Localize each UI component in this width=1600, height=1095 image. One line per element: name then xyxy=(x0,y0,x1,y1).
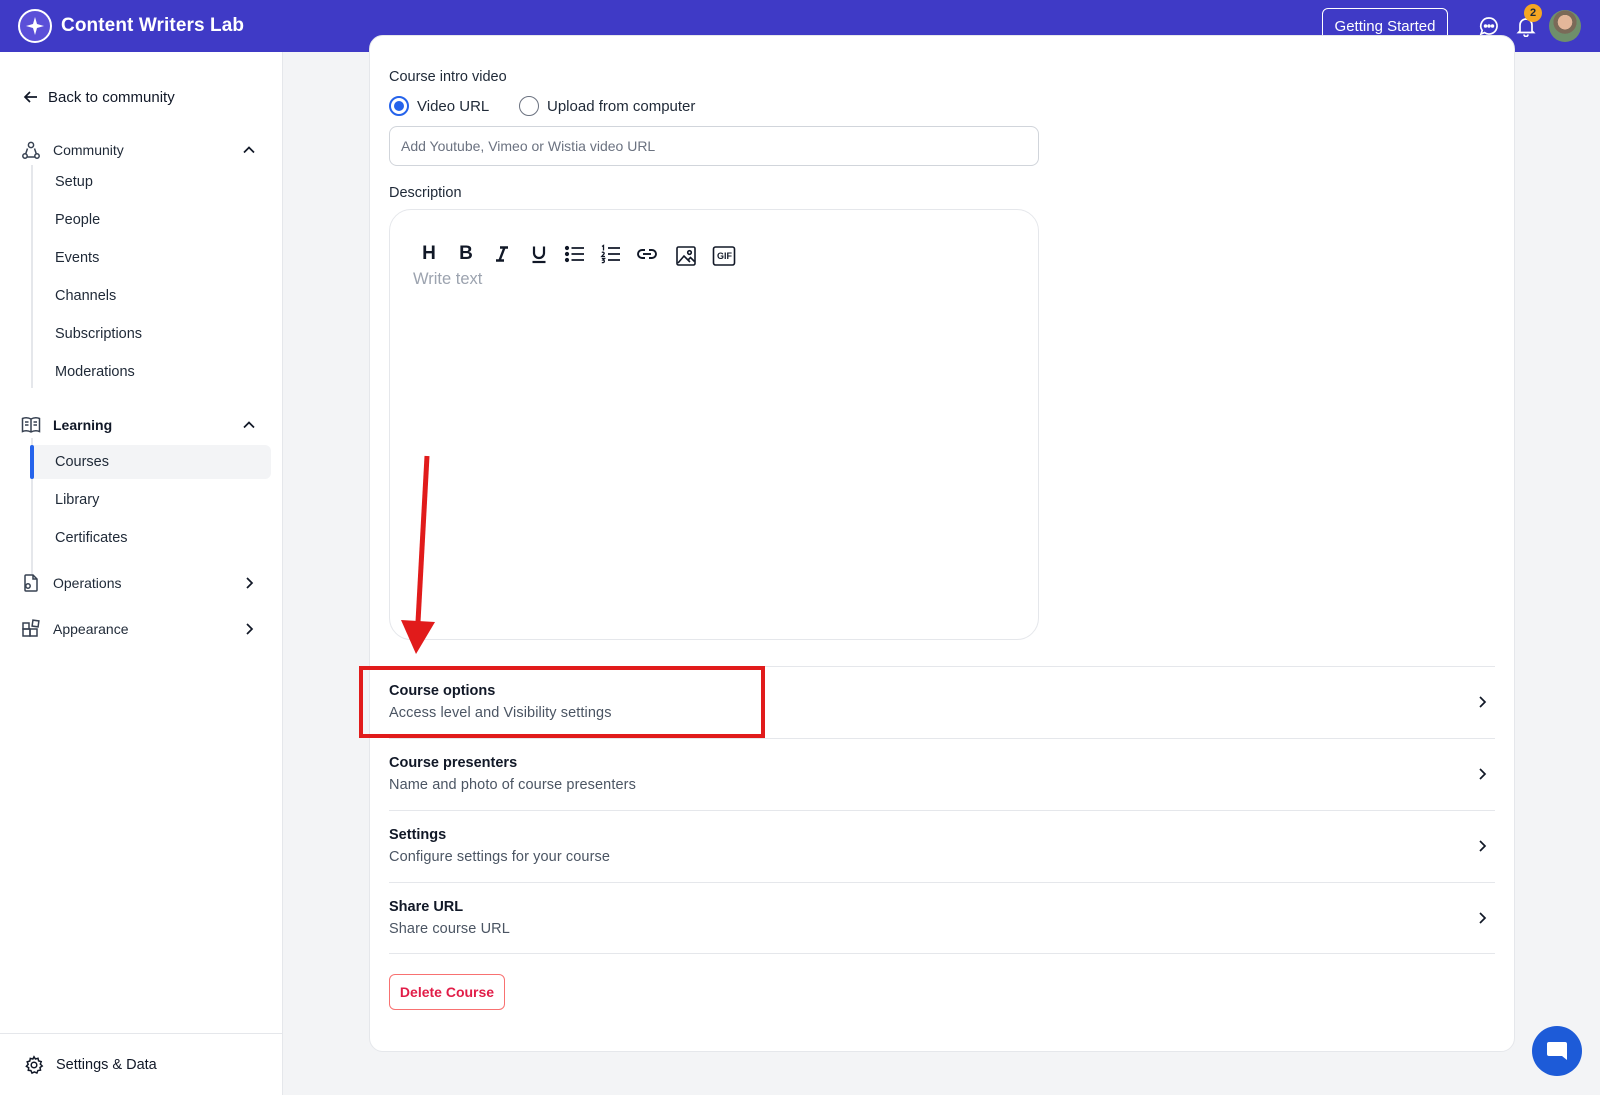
description-editor[interactable]: H B GIF Write text xyxy=(389,209,1039,640)
back-link-label: Back to community xyxy=(48,88,175,106)
radio-upload-label: Upload from computer xyxy=(547,97,696,115)
underline-icon xyxy=(532,246,546,264)
chevron-right-icon[interactable] xyxy=(1471,691,1493,713)
sidebar-item-library[interactable]: Library xyxy=(33,483,271,517)
settings-and-data-link[interactable]: Settings & Data xyxy=(0,1033,283,1095)
link-button[interactable] xyxy=(633,240,661,268)
sidebar-item-subscriptions[interactable]: Subscriptions xyxy=(33,317,271,351)
sidebar-group-appearance[interactable]: Appearance xyxy=(20,617,265,641)
sidebar-group-operations[interactable]: Operations xyxy=(20,571,265,595)
user-avatar[interactable] xyxy=(1549,10,1581,42)
sidebar-item-courses[interactable]: Courses xyxy=(33,445,271,479)
sidebar-item-moderations[interactable]: Moderations xyxy=(33,355,271,389)
settings-title: Settings xyxy=(389,827,447,843)
learning-label: Learning xyxy=(53,417,113,433)
numbered-list-button[interactable] xyxy=(597,240,625,268)
editor-placeholder: Write text xyxy=(413,270,483,288)
operations-label: Operations xyxy=(53,575,122,591)
sidebar-group-community[interactable]: Community xyxy=(20,138,265,162)
bold-button[interactable]: B xyxy=(452,240,480,268)
chevron-up-icon[interactable] xyxy=(239,140,259,160)
appearance-icon xyxy=(20,618,42,640)
image-icon xyxy=(676,246,696,266)
divider xyxy=(389,953,1495,954)
course-presenters-title: Course presenters xyxy=(389,755,518,771)
underline-button[interactable] xyxy=(525,240,553,268)
delete-course-button[interactable]: Delete Course xyxy=(389,974,505,1010)
heading-button[interactable]: H xyxy=(415,240,443,268)
sidebar-item-people[interactable]: People xyxy=(33,203,271,237)
sidebar: Back to community Community Setup People… xyxy=(0,52,283,1095)
chevron-right-icon[interactable] xyxy=(1471,835,1493,857)
share-url-row[interactable]: Share URL Share course URL xyxy=(389,882,1495,954)
chevron-right-icon[interactable] xyxy=(239,619,259,639)
settings-subtitle: Configure settings for your course xyxy=(389,849,611,865)
operations-icon xyxy=(20,572,42,594)
radio-selected-indicator xyxy=(389,96,409,116)
settings-and-data-label: Settings & Data xyxy=(56,1056,157,1073)
back-to-community-link[interactable]: Back to community xyxy=(22,88,175,106)
description-label: Description xyxy=(389,185,462,201)
chevron-right-icon[interactable] xyxy=(1471,907,1493,929)
active-indicator xyxy=(30,445,34,479)
radio-video-url[interactable]: Video URL xyxy=(389,96,489,116)
arrow-left-icon xyxy=(23,91,37,103)
course-presenters-subtitle: Name and photo of course presenters xyxy=(389,777,636,793)
image-button[interactable] xyxy=(672,242,700,270)
numbered-list-icon xyxy=(600,244,620,264)
bullet-list-icon xyxy=(564,245,584,263)
community-icon xyxy=(20,139,42,161)
sidebar-item-certificates[interactable]: Certificates xyxy=(33,521,271,555)
settings-row[interactable]: Settings Configure settings for your cou… xyxy=(389,810,1495,882)
sidebar-item-setup[interactable]: Setup xyxy=(33,165,271,199)
app-title[interactable]: Content Writers Lab xyxy=(61,15,244,37)
annotation-arrow xyxy=(401,455,435,654)
link-icon xyxy=(637,249,657,259)
video-url-input[interactable]: Add Youtube, Vimeo or Wistia video URL xyxy=(389,126,1039,166)
gif-button[interactable]: GIF xyxy=(710,242,738,270)
italic-button[interactable] xyxy=(488,240,516,268)
italic-icon xyxy=(496,246,508,262)
course-presenters-row[interactable]: Course presenters Name and photo of cour… xyxy=(389,738,1495,810)
sparkle-logo-icon[interactable] xyxy=(18,9,52,43)
annotation-highlight-box xyxy=(359,666,765,738)
share-url-title: Share URL xyxy=(389,899,464,915)
chevron-up-icon[interactable] xyxy=(239,415,259,435)
gif-label: GIF xyxy=(717,251,732,261)
chevron-right-icon[interactable] xyxy=(239,573,259,593)
notification-badge: 2 xyxy=(1524,4,1542,22)
sidebar-item-channels[interactable]: Channels xyxy=(33,279,271,313)
radio-upload-from-computer[interactable]: Upload from computer xyxy=(519,96,695,116)
share-url-subtitle: Share course URL xyxy=(389,921,510,937)
sidebar-item-events[interactable]: Events xyxy=(33,241,271,275)
chat-bubble-icon xyxy=(1547,1042,1567,1060)
support-chat-button[interactable] xyxy=(1532,1026,1582,1076)
sidebar-group-learning[interactable]: Learning xyxy=(20,413,265,437)
book-open-icon xyxy=(20,414,42,436)
community-label: Community xyxy=(53,142,124,158)
bullet-list-button[interactable] xyxy=(561,240,589,268)
chevron-right-icon[interactable] xyxy=(1471,763,1493,785)
radio-video-url-label: Video URL xyxy=(417,97,490,115)
gear-icon xyxy=(25,1054,44,1074)
intro-video-label: Course intro video xyxy=(389,69,507,85)
radio-unselected-indicator xyxy=(519,96,539,116)
appearance-label: Appearance xyxy=(53,621,129,637)
